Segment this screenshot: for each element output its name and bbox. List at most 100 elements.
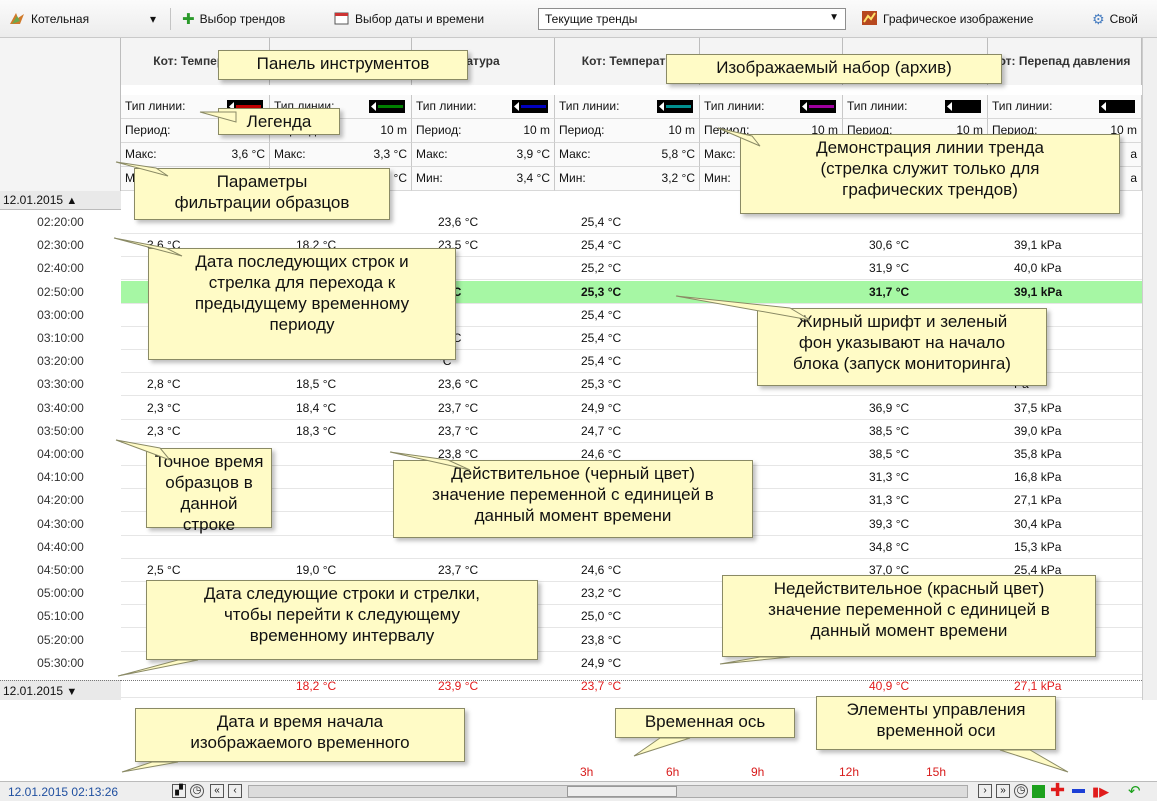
skip-back-icon[interactable]: « [210, 784, 224, 798]
graphic-view-button[interactable]: Графическое изображение [862, 9, 1033, 29]
date-bottom-label: 12.01.2015 [3, 684, 64, 698]
properties-icon: ⚙ [1092, 10, 1105, 27]
trend-line-sample[interactable] [657, 100, 693, 113]
column-header[interactable]: от: Перепад давления [988, 38, 1142, 85]
trend-line-sample[interactable] [369, 100, 405, 113]
legend-value: a [1130, 171, 1137, 185]
table-row[interactable] [121, 675, 1142, 698]
axis-tick-label: 3h [580, 765, 594, 779]
row-time: 04:10:00 [37, 470, 84, 484]
time-scrollbar[interactable] [248, 785, 968, 798]
legend-cell-line_type: Тип линии: [700, 95, 843, 119]
step-forward-icon[interactable]: › [978, 784, 992, 798]
chart-icon [862, 10, 878, 29]
legend-value: 3,2 °C [661, 171, 695, 185]
row-time: 04:40:00 [37, 540, 84, 554]
legend-cell-period: Период: 10 m [555, 119, 700, 143]
arrow-down-icon: ▼ [66, 686, 78, 698]
table-cell: 19,0 °C [296, 563, 337, 577]
table-cell: 36,9 °C [869, 401, 910, 415]
legend-cell-max: Макс: 3,9 °C [412, 143, 555, 167]
table-cell: 24,9 °C [581, 401, 622, 415]
trend-line-sample[interactable] [512, 100, 548, 113]
table-cell: 31,3 °C [869, 470, 910, 484]
axis-tick-label: 15h [926, 765, 947, 779]
row-time: 04:20:00 [37, 493, 84, 507]
table-cell: 37,5 kPa [1014, 401, 1062, 415]
row-time: 05:10:00 [37, 609, 84, 623]
skip-forward-icon[interactable]: » [996, 784, 1010, 798]
table-cell: 30,6 °C [869, 238, 910, 252]
table-cell: 23,7 °C [438, 424, 479, 438]
table-cell: 25,3 °C [581, 377, 622, 391]
start-datetime: 12.01.2015 02:13:26 [8, 785, 119, 799]
date-prev-period[interactable]: 12.01.2015 ▲ [0, 191, 121, 210]
table-cell: 25,2 °C [581, 261, 622, 275]
table-cell: 40,0 kPa [1014, 261, 1062, 275]
trend-line-sample[interactable] [945, 100, 981, 113]
table-cell: 25,3 °C [581, 285, 622, 299]
row-time: 04:30:00 [37, 517, 84, 531]
table-cell: 39,1 kPa [1014, 285, 1063, 299]
callout-exact-time: Точное время образцов в данной строке [146, 448, 272, 534]
table-cell: 2,3 °C [147, 401, 181, 415]
date-next-period[interactable]: 12.01.2015 ▼ [0, 680, 121, 700]
table-row[interactable] [121, 397, 1142, 420]
trendset-select[interactable]: Текущие тренды ▼ [538, 8, 846, 30]
stop-green-icon[interactable] [1032, 785, 1045, 798]
table-row[interactable] [121, 420, 1142, 443]
table-cell: 34,8 °C [869, 540, 910, 554]
table-cell: 25,4 °C [581, 215, 622, 229]
time-scrollbar-thumb[interactable] [567, 786, 677, 797]
table-cell: 38,5 °C [869, 424, 910, 438]
legend-cell-line_type: Тип линии: [555, 95, 700, 119]
table-cell: 38,5 °C [869, 447, 910, 461]
row-time: 05:20:00 [37, 633, 84, 647]
zoom-in-icon[interactable]: ✚ [1050, 780, 1065, 801]
clock-icon[interactable]: ◷ [1014, 784, 1028, 798]
trend-line-sample[interactable] [1099, 100, 1135, 113]
select-datetime-button[interactable]: Выбор даты и времени [334, 9, 484, 29]
legend-cell-line_type: Тип линии: [843, 95, 988, 119]
legend-cell-max: Макс: 5,8 °C [555, 143, 700, 167]
zoom-out-icon[interactable] [1072, 789, 1085, 793]
chart-mini-icon[interactable]: ▞ [172, 784, 186, 798]
legend-value: a [1130, 147, 1137, 161]
undo-icon[interactable]: ↶ [1128, 782, 1141, 800]
table-cell: 2,3 °C [147, 424, 181, 438]
vertical-scrollbar[interactable] [1142, 38, 1157, 700]
table-cell: 39,3 °C [869, 517, 910, 531]
table-cell: 23,8 °C [581, 633, 622, 647]
legend-label: Тип линии: [416, 99, 477, 113]
callout-start-datetime: Дата и время начала изображаемого времен… [135, 708, 465, 762]
trend-line-sample[interactable] [800, 100, 836, 113]
pause-red-icon[interactable]: ▮▶ [1092, 784, 1109, 800]
properties-button[interactable]: ⚙ Свой [1092, 9, 1138, 29]
table-row[interactable] [121, 536, 1142, 559]
callout-valid-value: Действительное (черный цвет) значение пе… [393, 460, 753, 538]
boiler-menu[interactable]: Котельная [8, 9, 89, 29]
legend-value: 10 m [380, 123, 407, 137]
table-cell: 27,1 kPa [1014, 493, 1062, 507]
separator [170, 8, 171, 30]
boiler-dropdown-arrow[interactable]: ▾ [150, 9, 156, 29]
legend-label: Тип линии: [559, 99, 620, 113]
table-cell: 23,7 °C [438, 401, 479, 415]
legend-label: Тип линии: [992, 99, 1053, 113]
trendset-value: Текущие тренды [545, 12, 638, 26]
row-time: 03:40:00 [37, 401, 84, 415]
add-plus-icon: ✚ [182, 11, 195, 28]
properties-label: Свой [1109, 12, 1138, 26]
legend-label: Период: [125, 123, 171, 137]
row-time: 02:20:00 [37, 215, 84, 229]
select-trends-button[interactable]: ✚ Выбор трендов [182, 9, 285, 29]
callout-time-axis: Временная ось [615, 708, 795, 738]
table-cell: 31,9 °C [869, 261, 910, 275]
table-cell: 25,0 °C [581, 609, 622, 623]
legend-value: 10 m [523, 123, 550, 137]
row-time: 03:50:00 [37, 424, 84, 438]
time-axis[interactable]: 3h 6h 9h 12h 15h [0, 763, 1157, 781]
step-back-icon[interactable]: ‹ [228, 784, 242, 798]
legend-label: Макс: [416, 147, 448, 161]
clock-icon[interactable]: ◷ [190, 784, 204, 798]
